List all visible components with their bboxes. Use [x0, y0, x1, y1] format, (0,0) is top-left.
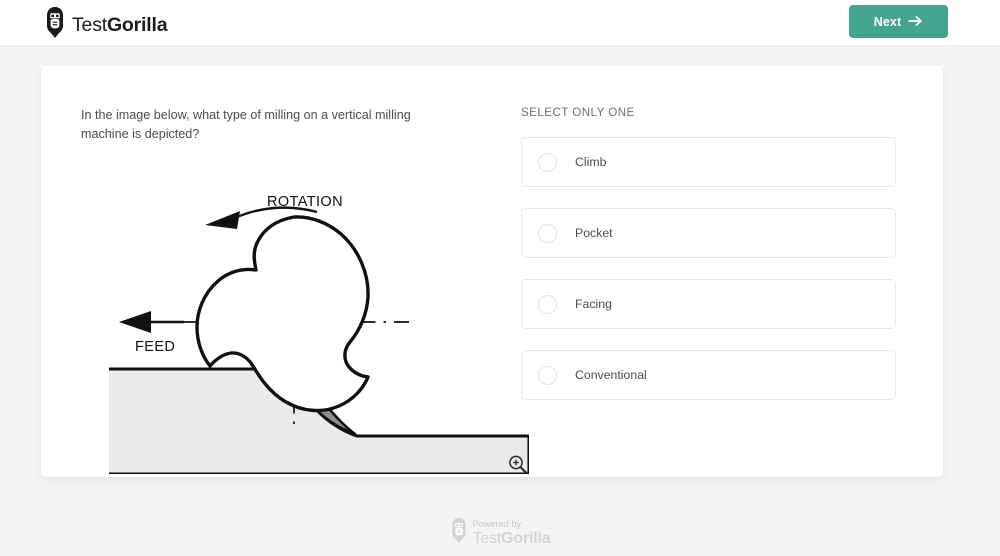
next-button-label: Next	[873, 14, 902, 29]
brand-word-gorilla: Gorilla	[106, 13, 168, 36]
footer-brand: Powered by TestGorilla	[450, 517, 551, 549]
question-text: In the image below, what type of milling…	[81, 108, 411, 141]
radio-button-icon[interactable]	[538, 365, 557, 385]
radio-button-icon[interactable]	[538, 152, 557, 172]
radio-button-icon[interactable]	[538, 294, 557, 314]
footer-powered-by-label: Powered by	[472, 518, 522, 529]
answer-option-conventional[interactable]: Conventional	[521, 350, 896, 400]
answer-option-climb[interactable]: Climb	[521, 137, 896, 187]
answer-option-pocket[interactable]: Pocket	[521, 208, 896, 258]
answer-option-label: Climb	[575, 155, 607, 169]
radio-button-icon[interactable]	[538, 223, 557, 243]
brand-word-test: Test	[72, 13, 107, 36]
milling-diagram-figure: ROTATION FEED	[109, 184, 529, 474]
page-footer: Powered by TestGorilla	[0, 510, 1000, 556]
brand-wordmark: TestGorilla	[72, 13, 168, 37]
brand-logo[interactable]: TestGorilla	[44, 6, 168, 44]
footer-wordmark: TestGorilla	[472, 529, 551, 547]
feed-arrow-icon	[119, 311, 184, 333]
milling-diagram-svg: ROTATION FEED	[109, 194, 529, 474]
answer-option-label: Pocket	[575, 226, 613, 240]
footer-word-test: Test	[472, 529, 502, 547]
app-header: TestGorilla Next	[0, 0, 1000, 46]
question-pane: In the image below, what type of milling…	[81, 106, 529, 474]
next-button[interactable]: Next	[849, 5, 948, 38]
question-card: In the image below, what type of milling…	[41, 66, 943, 477]
answer-option-facing[interactable]: Facing	[521, 279, 896, 329]
gorilla-head-icon	[450, 517, 468, 549]
answers-instruction: SELECT ONLY ONE	[521, 106, 635, 119]
answer-option-label: Facing	[575, 297, 612, 311]
feed-label: FEED	[135, 339, 175, 355]
gorilla-head-icon	[44, 6, 66, 44]
arrow-right-icon	[908, 15, 923, 30]
answer-option-label: Conventional	[575, 368, 647, 382]
magnifier-plus-icon[interactable]	[507, 454, 529, 476]
footer-text-group: Powered by TestGorilla	[472, 518, 551, 547]
footer-word-gorilla: Gorilla	[501, 529, 551, 547]
answers-pane: SELECT ONLY ONE Climb Pocket Facing Conv…	[521, 106, 897, 400]
